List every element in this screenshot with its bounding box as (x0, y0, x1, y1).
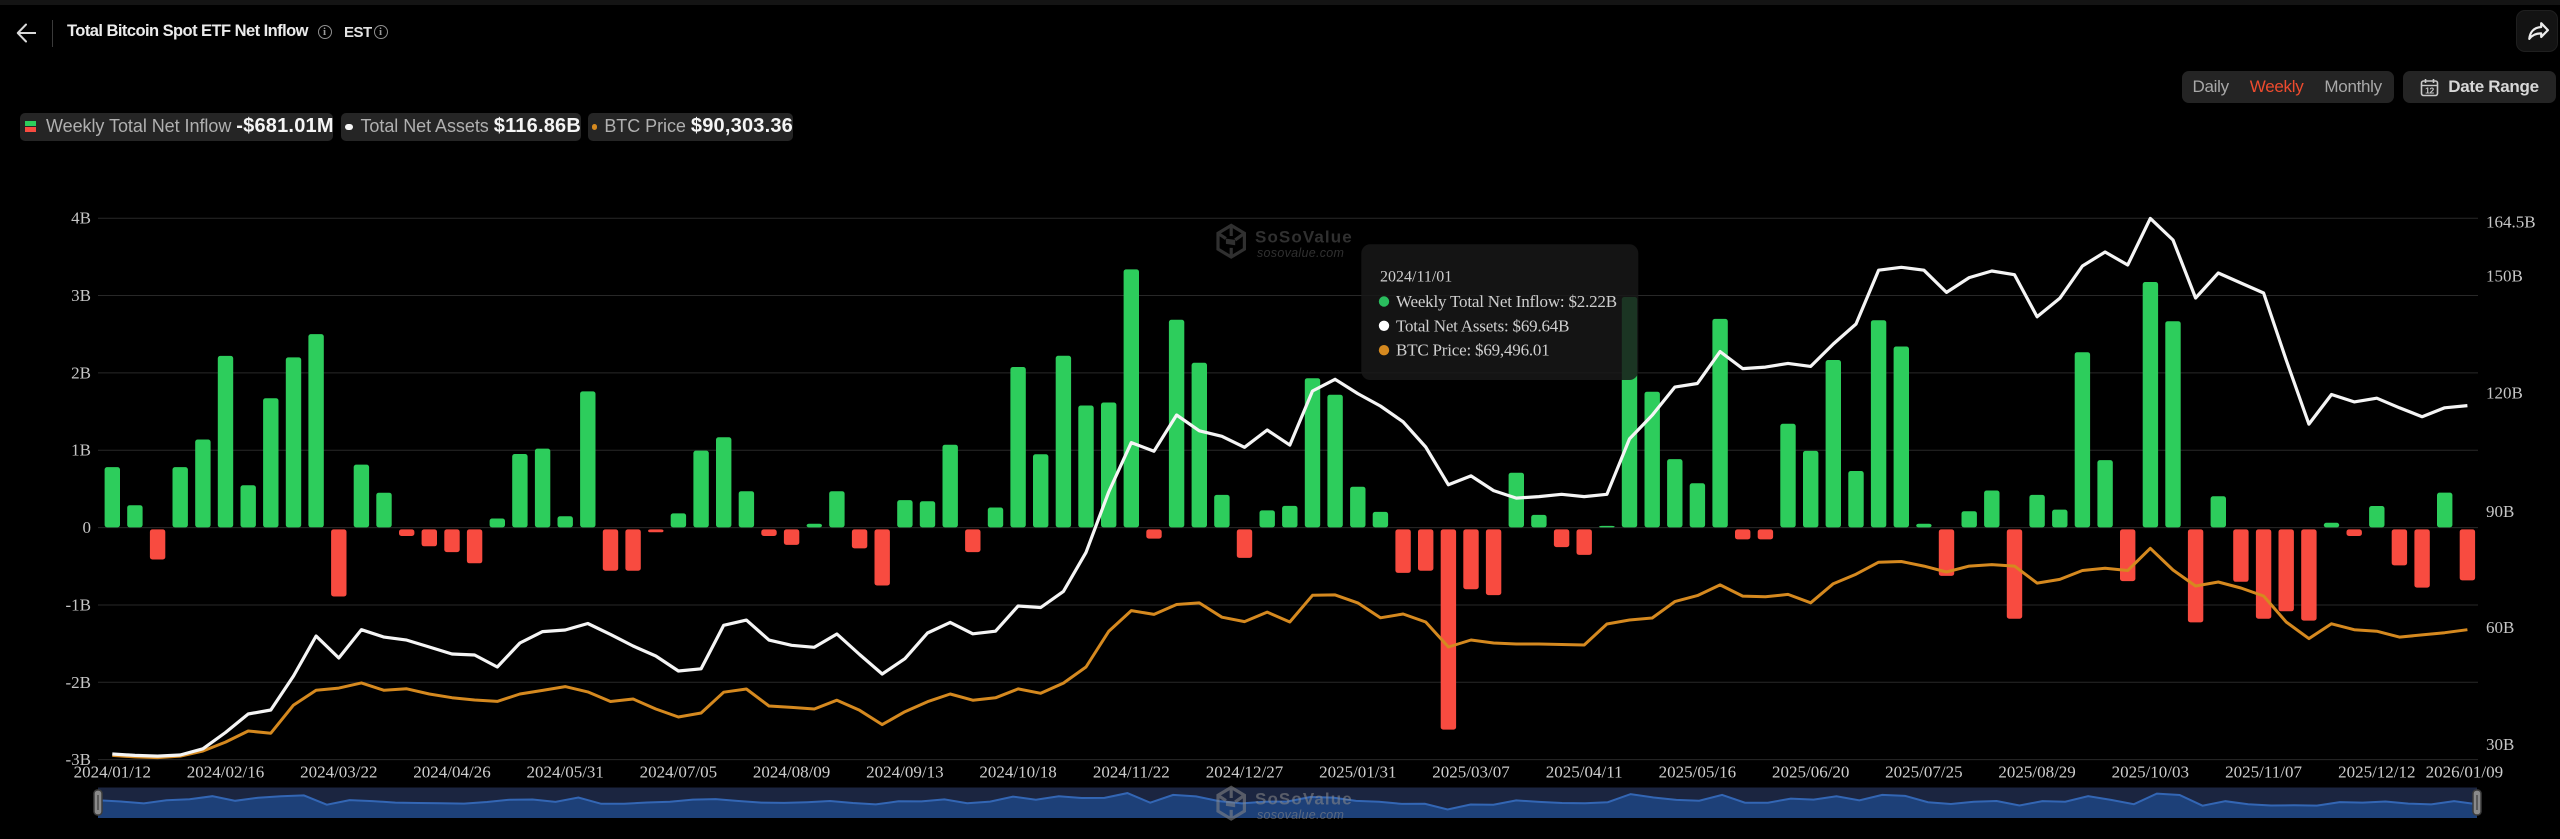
svg-text:2025/07/25: 2025/07/25 (1885, 763, 1962, 782)
svg-text:3B: 3B (71, 286, 91, 305)
svg-text:sosovalue.com: sosovalue.com (1257, 808, 1344, 822)
svg-text:2024/02/16: 2024/02/16 (187, 763, 264, 782)
svg-text:2024/10/18: 2024/10/18 (979, 763, 1056, 782)
svg-text:2025/12/12: 2025/12/12 (2338, 763, 2415, 782)
svg-text:1B: 1B (71, 441, 91, 460)
svg-text:2025/03/07: 2025/03/07 (1432, 763, 1510, 782)
svg-text:2024/11/22: 2024/11/22 (1093, 763, 1170, 782)
svg-text:SoSoValue: SoSoValue (1255, 790, 1353, 809)
svg-text:2025/04/11: 2025/04/11 (1546, 763, 1623, 782)
svg-text:BTC Price: $69,496.01: BTC Price: $69,496.01 (1396, 341, 1550, 360)
svg-text:90B: 90B (2486, 502, 2514, 521)
svg-text:120B: 120B (2486, 384, 2523, 403)
svg-text:0: 0 (83, 518, 92, 537)
svg-text:2025/10/03: 2025/10/03 (2112, 763, 2189, 782)
svg-text:2025/01/31: 2025/01/31 (1319, 763, 1396, 782)
svg-text:2025/11/07: 2025/11/07 (2225, 763, 2302, 782)
svg-text:SoSoValue: SoSoValue (1255, 228, 1353, 247)
svg-text:4B: 4B (71, 209, 91, 228)
svg-text:2024/12/27: 2024/12/27 (1206, 763, 1284, 782)
svg-text:2025/05/16: 2025/05/16 (1659, 763, 1736, 782)
svg-text:150B: 150B (2486, 267, 2523, 286)
svg-text:2025/08/29: 2025/08/29 (1998, 763, 2075, 782)
svg-text:Total Net Assets: $69.64B: Total Net Assets: $69.64B (1396, 316, 1569, 335)
svg-text:2024/09/13: 2024/09/13 (866, 763, 943, 782)
svg-text:2024/01/12: 2024/01/12 (74, 763, 151, 782)
svg-text:164.5B: 164.5B (2486, 213, 2536, 232)
svg-text:2025/06/20: 2025/06/20 (1772, 763, 1849, 782)
svg-text:2024/03/22: 2024/03/22 (300, 763, 377, 782)
svg-text:2024/04/26: 2024/04/26 (413, 763, 490, 782)
svg-text:2026/01/09: 2026/01/09 (2426, 763, 2503, 782)
svg-text:sosovalue.com: sosovalue.com (1257, 246, 1344, 260)
svg-text:2024/05/31: 2024/05/31 (526, 763, 603, 782)
svg-text:2024/08/09: 2024/08/09 (753, 763, 830, 782)
svg-text:-2B: -2B (66, 673, 92, 692)
svg-text:-1B: -1B (66, 596, 92, 615)
svg-text:2024/07/05: 2024/07/05 (640, 763, 717, 782)
svg-text:Weekly Total Net Inflow: $2.22: Weekly Total Net Inflow: $2.22B (1396, 292, 1617, 311)
svg-text:30B: 30B (2486, 735, 2514, 754)
svg-text:2024/11/01: 2024/11/01 (1380, 269, 1452, 286)
svg-text:2B: 2B (71, 363, 91, 382)
svg-text:60B: 60B (2486, 618, 2514, 637)
